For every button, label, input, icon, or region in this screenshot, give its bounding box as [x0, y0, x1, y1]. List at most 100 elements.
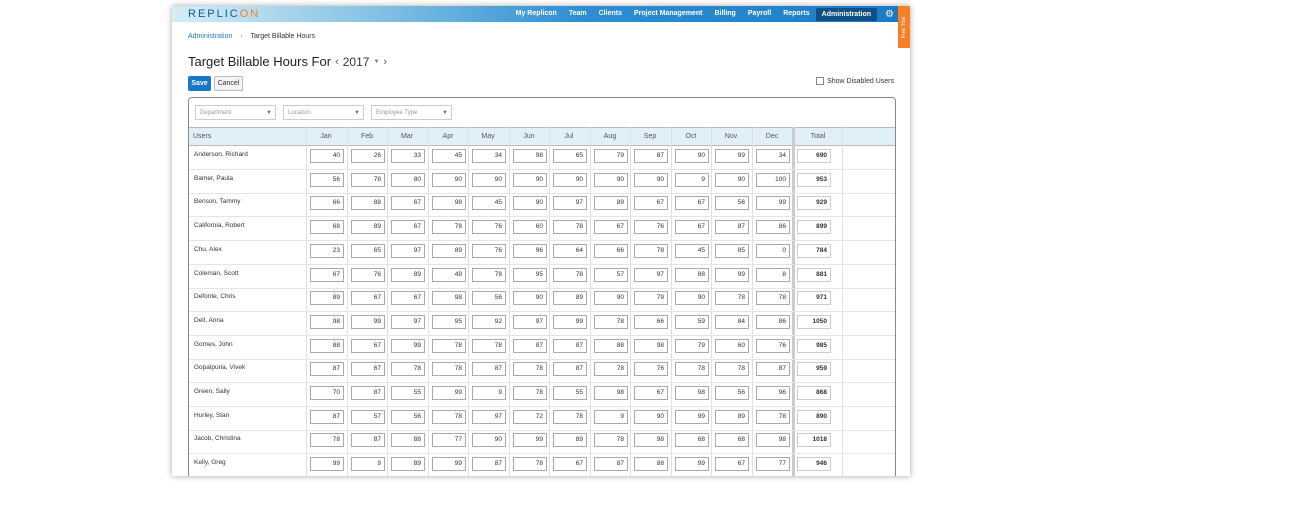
hours-input-dec[interactable]: 86: [756, 220, 790, 235]
hours-input-sep[interactable]: 67: [634, 386, 668, 400]
hours-input-apr[interactable]: 78: [432, 362, 466, 377]
hours-input-sep[interactable]: 98: [634, 433, 668, 448]
hours-input-oct[interactable]: 88: [675, 267, 709, 282]
hours-input-jul[interactable]: 65: [553, 149, 587, 163]
hours-input-dec[interactable]: 86: [756, 314, 790, 329]
hours-input-may[interactable]: 56: [472, 291, 506, 306]
replicon-logo[interactable]: REPLICON: [188, 8, 260, 20]
chevron-right-icon[interactable]: ›: [379, 56, 391, 68]
hours-input-mar[interactable]: 67: [391, 220, 425, 235]
hours-input-mar[interactable]: 78: [391, 362, 425, 377]
hours-input-may[interactable]: 78: [472, 267, 506, 282]
hours-input-jan[interactable]: 98: [310, 314, 344, 329]
hours-input-mar[interactable]: 33: [391, 149, 425, 163]
hours-input-nov[interactable]: 56: [715, 386, 749, 400]
hours-input-jan[interactable]: 23: [310, 243, 344, 258]
hours-input-may[interactable]: 87: [472, 457, 506, 472]
hours-input-jan[interactable]: 99: [310, 457, 344, 472]
hours-input-jan[interactable]: 87: [310, 362, 344, 377]
hours-input-mar[interactable]: 67: [391, 196, 425, 211]
hours-input-jul[interactable]: 99: [553, 314, 587, 329]
hours-input-sep[interactable]: 98: [634, 338, 668, 353]
hours-input-jun[interactable]: 60: [513, 220, 547, 235]
hours-input-mar[interactable]: 97: [391, 243, 425, 258]
hours-input-jul[interactable]: 55: [553, 386, 587, 400]
header-users[interactable]: Users: [193, 128, 293, 145]
hours-input-aug[interactable]: 98: [594, 386, 628, 400]
year-selector[interactable]: 2017: [343, 55, 370, 69]
hours-input-feb[interactable]: 65: [351, 243, 385, 258]
hours-input-sep[interactable]: 76: [634, 220, 668, 235]
hours-input-apr[interactable]: 99: [432, 457, 466, 472]
hours-input-aug[interactable]: 90: [594, 172, 628, 187]
hours-input-dec[interactable]: 78: [756, 409, 790, 424]
hours-input-mar[interactable]: 97: [391, 314, 425, 329]
hours-input-aug[interactable]: 88: [594, 338, 628, 353]
hours-input-jan[interactable]: 67: [310, 267, 344, 282]
nav-item-payroll[interactable]: Payroll: [742, 6, 777, 22]
hours-input-sep[interactable]: 97: [634, 267, 668, 282]
hours-input-oct[interactable]: 67: [675, 196, 709, 211]
hours-input-jun[interactable]: 87: [513, 338, 547, 353]
breadcrumb-administration-link[interactable]: Administration: [188, 33, 232, 40]
hours-input-jun[interactable]: 90: [513, 172, 547, 187]
hours-input-dec[interactable]: 100: [756, 172, 790, 187]
hours-input-feb[interactable]: 87: [351, 386, 385, 400]
hours-input-oct[interactable]: 90: [675, 149, 709, 163]
hours-input-sep[interactable]: 66: [634, 314, 668, 329]
show-disabled-users[interactable]: Show Disabled Users: [816, 77, 894, 85]
hours-input-aug[interactable]: 90: [594, 291, 628, 306]
nav-item-billing[interactable]: Billing: [708, 6, 741, 22]
hours-input-oct[interactable]: 67: [675, 220, 709, 235]
hours-input-jul[interactable]: 89: [553, 433, 587, 448]
hours-input-may[interactable]: 90: [472, 172, 506, 187]
hours-input-jan[interactable]: 87: [310, 409, 344, 424]
hours-input-nov[interactable]: 84: [715, 314, 749, 329]
hours-input-sep[interactable]: 76: [634, 362, 668, 377]
hours-input-apr[interactable]: 99: [432, 386, 466, 400]
save-button[interactable]: Save: [188, 76, 211, 91]
hours-input-jan[interactable]: 70: [310, 386, 344, 400]
hours-input-jun[interactable]: 78: [513, 386, 547, 400]
hours-input-jun[interactable]: 95: [513, 267, 547, 282]
hours-input-jun[interactable]: 98: [513, 149, 547, 163]
hours-input-feb[interactable]: 76: [351, 267, 385, 282]
hours-input-sep[interactable]: 87: [634, 149, 668, 163]
hours-input-mar[interactable]: 56: [391, 409, 425, 424]
hours-input-nov[interactable]: 99: [715, 149, 749, 163]
hours-input-oct[interactable]: 90: [675, 291, 709, 306]
hours-input-apr[interactable]: 78: [432, 409, 466, 424]
hours-input-jun[interactable]: 78: [513, 362, 547, 377]
hours-input-jul[interactable]: 78: [553, 409, 587, 424]
hours-input-apr[interactable]: 78: [432, 220, 466, 235]
hours-input-nov[interactable]: 78: [715, 291, 749, 306]
hours-input-may[interactable]: 34: [472, 149, 506, 163]
hours-input-feb[interactable]: 88: [351, 196, 385, 211]
hours-input-aug[interactable]: 66: [594, 243, 628, 258]
hours-input-feb[interactable]: 78: [351, 172, 385, 187]
hours-input-jul[interactable]: 64: [553, 243, 587, 258]
hours-input-feb[interactable]: 57: [351, 409, 385, 424]
hours-input-may[interactable]: 97: [472, 409, 506, 424]
hours-input-mar[interactable]: 89: [391, 267, 425, 282]
hours-input-jun[interactable]: 90: [513, 291, 547, 306]
nav-item-administration[interactable]: Administration: [815, 7, 878, 21]
hours-input-mar[interactable]: 67: [391, 291, 425, 306]
hours-input-aug[interactable]: 67: [594, 220, 628, 235]
hours-input-feb[interactable]: 87: [351, 433, 385, 448]
hours-input-sep[interactable]: 90: [634, 409, 668, 424]
hours-input-jul[interactable]: 78: [553, 220, 587, 235]
hours-input-nov[interactable]: 90: [715, 172, 749, 187]
hours-input-nov[interactable]: 89: [715, 409, 749, 424]
chevron-down-icon[interactable]: ▼: [369, 59, 379, 65]
hours-input-jul[interactable]: 90: [553, 172, 587, 187]
hours-input-sep[interactable]: 90: [634, 172, 668, 187]
hours-input-dec[interactable]: 99: [756, 196, 790, 211]
free-trial-tab[interactable]: Free Trial: [898, 6, 910, 48]
hours-input-feb[interactable]: 99: [351, 314, 385, 329]
hours-input-may[interactable]: 9: [472, 386, 506, 400]
hours-input-dec[interactable]: 77: [756, 457, 790, 472]
hours-input-jan[interactable]: 40: [310, 149, 344, 163]
nav-item-team[interactable]: Team: [563, 6, 593, 22]
hours-input-dec[interactable]: 87: [756, 362, 790, 377]
